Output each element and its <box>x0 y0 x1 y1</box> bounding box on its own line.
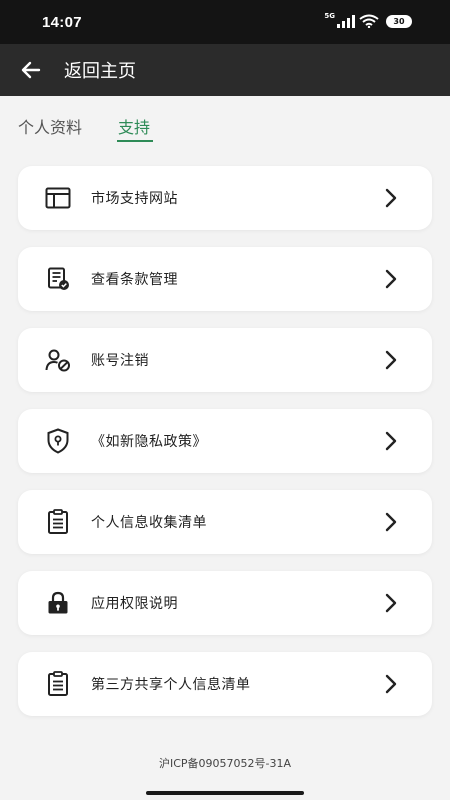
app-bar: 返回主页 <box>0 44 450 96</box>
menu-item-label: 《如新隐私政策》 <box>91 434 207 450</box>
icp-footer[interactable]: 沪ICP备09057052号-31A <box>0 755 450 771</box>
network-label: 5G <box>324 12 335 20</box>
arrow-left-icon <box>21 61 41 79</box>
menu-item-label: 市场支持网站 <box>91 191 178 207</box>
signal-icon <box>337 14 355 28</box>
user-block-icon <box>45 347 71 373</box>
back-button[interactable] <box>11 50 51 90</box>
menu-item-third-party-sharing[interactable]: 第三方共享个人信息清单 <box>18 652 432 716</box>
menu-item-terms[interactable]: 查看条款管理 <box>18 247 432 311</box>
lock-icon <box>45 590 71 616</box>
menu-item-app-permissions[interactable]: 应用权限说明 <box>18 571 432 635</box>
menu-item-label: 查看条款管理 <box>91 272 178 288</box>
support-menu: 市场支持网站 查看条款管理 账号注销 《如新隐私政策》 个人信息收集清单 应用权… <box>18 166 432 733</box>
chevron-right-icon <box>385 188 397 208</box>
menu-item-privacy-policy[interactable]: 《如新隐私政策》 <box>18 409 432 473</box>
status-icons: 5G 30 <box>324 12 412 28</box>
menu-item-label: 账号注销 <box>91 353 149 369</box>
menu-item-label: 应用权限说明 <box>91 596 178 612</box>
tab-profile[interactable]: 个人资料 <box>18 114 82 138</box>
menu-item-label: 第三方共享个人信息清单 <box>91 677 251 693</box>
document-check-icon <box>45 266 71 292</box>
clipboard-list-icon <box>45 671 71 697</box>
chevron-right-icon <box>385 269 397 289</box>
menu-item-label: 个人信息收集清单 <box>91 515 207 531</box>
tab-support[interactable]: 支持 <box>118 114 150 138</box>
menu-item-market-support[interactable]: 市场支持网站 <box>18 166 432 230</box>
status-bar: 14:07 5G 30 <box>0 0 450 44</box>
browser-window-icon <box>45 185 71 211</box>
page-title: 返回主页 <box>64 61 136 82</box>
menu-item-account-deletion[interactable]: 账号注销 <box>18 328 432 392</box>
tab-active-indicator <box>117 140 153 142</box>
wifi-icon <box>359 14 379 28</box>
chevron-right-icon <box>385 674 397 694</box>
tab-bar: 个人资料 支持 <box>0 96 450 148</box>
chevron-right-icon <box>385 350 397 370</box>
battery-icon: 30 <box>386 14 412 28</box>
chevron-right-icon <box>385 593 397 613</box>
menu-item-personal-info-list[interactable]: 个人信息收集清单 <box>18 490 432 554</box>
home-indicator[interactable] <box>146 791 304 795</box>
chevron-right-icon <box>385 431 397 451</box>
status-time: 14:07 <box>42 14 82 31</box>
clipboard-list-icon <box>45 509 71 535</box>
shield-lock-icon <box>45 428 71 454</box>
battery-level: 30 <box>393 16 405 26</box>
chevron-right-icon <box>385 512 397 532</box>
